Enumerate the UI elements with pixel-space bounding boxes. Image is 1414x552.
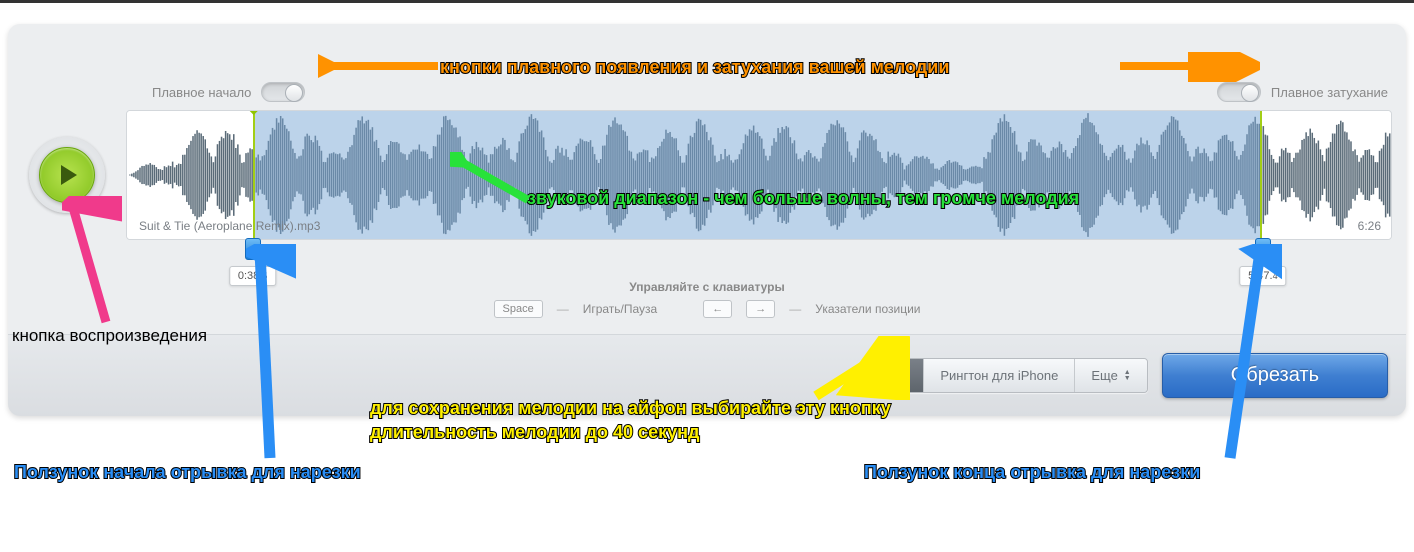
cut-button[interactable]: Обрезать (1162, 353, 1388, 398)
play-button[interactable] (39, 147, 95, 203)
waveform[interactable]: 0:38.6 Suit & Tie (Aeroplane Remix).mp3 … (126, 110, 1392, 240)
format-mp3-button[interactable]: MP3 (865, 359, 925, 392)
fade-in-control: Плавное начало (152, 82, 305, 102)
updown-icon (1124, 370, 1131, 382)
anno-start-slider: Ползунок начала отрывка для нарезки (14, 462, 361, 483)
format-more-button[interactable]: Еще (1075, 359, 1146, 392)
selection-region[interactable] (253, 111, 1262, 239)
play-icon (61, 165, 77, 185)
fade-out-control: Плавное затухание (1217, 82, 1388, 102)
end-time-box[interactable]: 5:47.4 (1239, 266, 1286, 286)
audio-cutter-panel: Плавное начало Плавное затухание 0:3 (8, 24, 1406, 416)
anno-end-slider: Ползунок конца отрывка для нарезки (864, 462, 1200, 483)
filename-label: Suit & Tie (Aeroplane Remix).mp3 (139, 219, 320, 233)
anno-iphone2: длительность мелодии до 40 секунд (370, 422, 699, 443)
left-key-hint: ← (703, 300, 732, 318)
playhead-time-tip: 0:38.6 (232, 110, 275, 111)
space-key-hint: Space (494, 300, 543, 318)
keyboard-hint: Управляйте с клавиатуры Space — Играть/П… (22, 280, 1392, 324)
start-time-box[interactable]: 0:38.5 (229, 266, 276, 286)
fade-in-toggle[interactable] (261, 82, 305, 102)
fade-out-toggle[interactable] (1217, 82, 1261, 102)
fade-in-label: Плавное начало (152, 85, 251, 100)
duration-label: 6:26 (1358, 219, 1381, 233)
format-iphone-button[interactable]: Рингтон для iPhone (924, 359, 1075, 392)
start-handle[interactable] (245, 238, 261, 260)
right-key-hint: → (746, 300, 775, 318)
fade-out-label: Плавное затухание (1271, 85, 1388, 100)
end-handle[interactable] (1255, 238, 1271, 260)
format-group: MP3 Рингтон для iPhone Еще (864, 358, 1148, 393)
